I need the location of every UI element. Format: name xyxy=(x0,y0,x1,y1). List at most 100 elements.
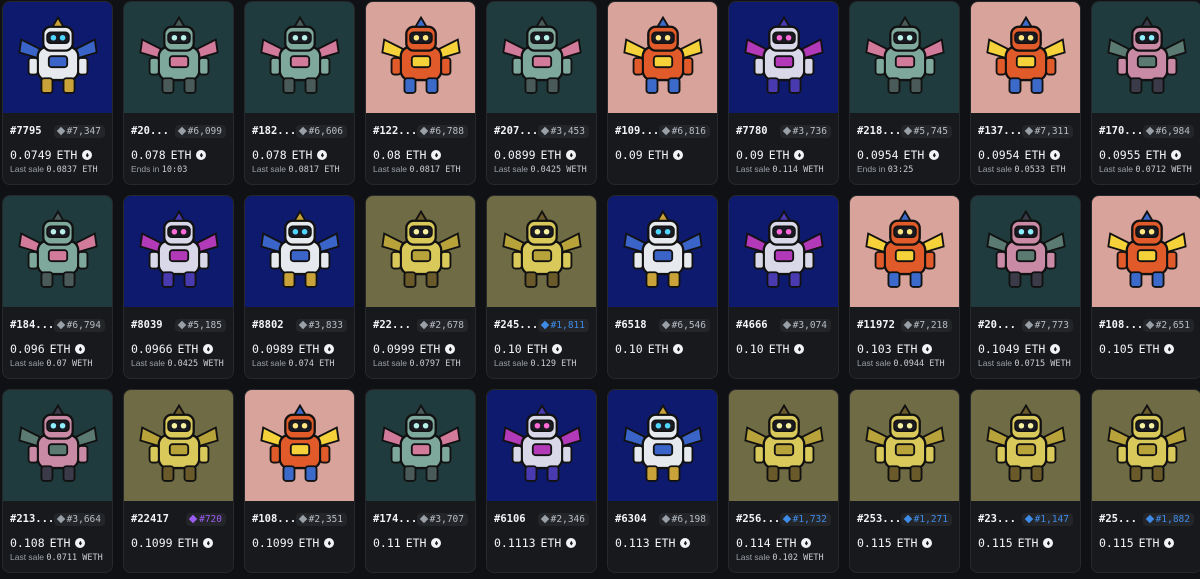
nft-card[interactable]: #122... #6,788 0.08 ETH Last sale 0.0817… xyxy=(365,1,476,185)
rarity-diamond-icon xyxy=(298,126,307,136)
nft-card[interactable]: #218... #5,745 0.0954 ETH Ends in 03:25 xyxy=(849,1,960,185)
sub-value: 03:25 xyxy=(887,165,914,175)
robot-artwork xyxy=(380,15,461,94)
nft-image[interactable] xyxy=(971,390,1080,501)
nft-card[interactable]: #22... #2,678 0.0999 ETH Last sale 0.079… xyxy=(365,195,476,379)
price: 0.10 ETH xyxy=(615,342,710,356)
nft-image[interactable] xyxy=(729,390,838,501)
nft-card[interactable]: #20... #6,099 0.078 ETH Ends in 10:03 xyxy=(123,1,234,185)
rarity-rank: #2,351 xyxy=(308,513,343,525)
nft-image[interactable] xyxy=(366,196,475,307)
nft-image[interactable] xyxy=(124,390,233,501)
nft-card[interactable]: #8802 #3,833 0.0989 ETH Last sale 0.074 … xyxy=(244,195,355,379)
nft-card[interactable]: #25... #1,882 0.115 ETH xyxy=(1091,389,1200,573)
nft-image[interactable] xyxy=(850,390,959,501)
nft-card[interactable]: #182... #6,606 0.078 ETH Last sale 0.081… xyxy=(244,1,355,185)
nft-card[interactable]: #109... #6,816 0.09 ETH xyxy=(607,1,718,185)
token-id: #122... xyxy=(373,125,417,137)
rarity-diamond-icon xyxy=(188,514,198,524)
token-id: #11972 xyxy=(857,319,895,331)
nft-image[interactable] xyxy=(3,2,112,113)
rarity-rank-badge: #2,651 xyxy=(1142,318,1194,332)
nft-image[interactable] xyxy=(1092,196,1200,307)
rarity-rank-badge: #6,816 xyxy=(658,124,710,138)
robot-artwork xyxy=(138,403,219,482)
token-id: #8802 xyxy=(252,319,284,331)
nft-image[interactable] xyxy=(1092,2,1200,113)
nft-image[interactable] xyxy=(124,2,233,113)
nft-image[interactable] xyxy=(3,196,112,307)
rarity-diamond-icon xyxy=(661,514,670,524)
price-currency: ETH xyxy=(56,148,78,162)
nft-card[interactable]: #11972 #7,218 0.103 ETH Last sale 0.0944… xyxy=(849,195,960,379)
nft-card[interactable]: #20... #7,773 0.1049 ETH Last sale 0.071… xyxy=(970,195,1081,379)
nft-image[interactable] xyxy=(1092,390,1200,501)
rarity-diamond-icon xyxy=(903,514,912,524)
sub-value: 0.07 WETH xyxy=(46,359,93,369)
price-value: 0.0954 xyxy=(857,148,899,162)
nft-card[interactable]: #108... #2,351 0.1099 ETH xyxy=(244,389,355,573)
nft-card[interactable]: #108... #2,651 0.105 ETH xyxy=(1091,195,1200,379)
nft-image[interactable] xyxy=(487,196,596,307)
robot-artwork xyxy=(743,209,824,288)
nft-image[interactable] xyxy=(366,2,475,113)
nft-image[interactable] xyxy=(608,2,717,113)
nft-card[interactable]: #7780 #3,736 0.09 ETH Last sale 0.114 WE… xyxy=(728,1,839,185)
nft-image[interactable] xyxy=(729,2,838,113)
robot-artwork xyxy=(380,403,461,482)
nft-image[interactable] xyxy=(245,390,354,501)
sub-value: 0.0711 WETH xyxy=(46,553,103,563)
nft-card[interactable]: #4666 #3,074 0.10 ETH xyxy=(728,195,839,379)
rarity-rank: #2,678 xyxy=(429,319,464,331)
nft-card[interactable]: #213... #3,664 0.108 ETH Last sale 0.071… xyxy=(2,389,113,573)
rarity-rank-badge: #3,833 xyxy=(295,318,347,332)
rarity-diamond-icon xyxy=(540,320,549,330)
robot-artwork xyxy=(259,209,340,288)
nft-card[interactable]: #184... #6,794 0.096 ETH Last sale 0.07 … xyxy=(2,195,113,379)
nft-card[interactable]: #6106 #2,346 0.1113 ETH xyxy=(486,389,597,573)
nft-image[interactable] xyxy=(850,196,959,307)
nft-card[interactable]: #23... #1,147 0.115 ETH xyxy=(970,389,1081,573)
price-value: 0.0999 xyxy=(373,342,415,356)
card-subtext xyxy=(1099,552,1194,562)
nft-image[interactable] xyxy=(729,196,838,307)
nft-image[interactable] xyxy=(608,390,717,501)
card-subtext xyxy=(615,552,710,562)
rarity-rank-badge: #1,811 xyxy=(537,318,589,332)
sub-label: Last sale xyxy=(736,164,771,174)
nft-card[interactable]: #22417 #720 0.1099 ETH xyxy=(123,389,234,573)
price-currency: ETH xyxy=(540,536,562,550)
nft-image[interactable] xyxy=(850,2,959,113)
nft-image[interactable] xyxy=(3,390,112,501)
nft-card[interactable]: #137... #7,311 0.0954 ETH Last sale 0.05… xyxy=(970,1,1081,185)
rarity-rank: #5,185 xyxy=(187,319,222,331)
nft-card[interactable]: #253... #1,271 0.115 ETH xyxy=(849,389,960,573)
nft-card[interactable]: #7795 #7,347 0.0749 ETH Last sale 0.0837… xyxy=(2,1,113,185)
nft-image[interactable] xyxy=(487,390,596,501)
sub-value: 10:03 xyxy=(161,165,188,175)
card-subtext: Ends in 03:25 xyxy=(857,164,952,175)
nft-card[interactable]: #6518 #6,546 0.10 ETH xyxy=(607,195,718,379)
nft-image[interactable] xyxy=(124,196,233,307)
nft-card[interactable]: #207... #3,453 0.0899 ETH Last sale 0.04… xyxy=(486,1,597,185)
nft-image[interactable] xyxy=(245,2,354,113)
nft-card[interactable]: #174... #3,707 0.11 ETH xyxy=(365,389,476,573)
nft-image[interactable] xyxy=(608,196,717,307)
nft-card[interactable]: #8039 #5,185 0.0966 ETH Last sale 0.0425… xyxy=(123,195,234,379)
nft-card[interactable]: #6304 #6,198 0.113 ETH xyxy=(607,389,718,573)
nft-card[interactable]: #170... #6,984 0.0955 ETH Last sale 0.07… xyxy=(1091,1,1200,185)
price: 0.113 ETH xyxy=(615,536,710,550)
rarity-rank: #6,099 xyxy=(187,125,222,137)
nft-image[interactable] xyxy=(245,196,354,307)
nft-card[interactable]: #245... #1,811 0.10 ETH Last sale 0.129 … xyxy=(486,195,597,379)
token-id: #20... xyxy=(131,125,169,137)
nft-card[interactable]: #256... #1,732 0.114 ETH Last sale 0.102… xyxy=(728,389,839,573)
nft-image[interactable] xyxy=(487,2,596,113)
nft-image[interactable] xyxy=(971,2,1080,113)
price-value: 0.1099 xyxy=(131,536,173,550)
eth-icon xyxy=(82,150,93,160)
eth-icon xyxy=(673,344,684,354)
nft-image[interactable] xyxy=(971,196,1080,307)
nft-image[interactable] xyxy=(366,390,475,501)
price: 0.115 ETH xyxy=(1099,536,1194,550)
